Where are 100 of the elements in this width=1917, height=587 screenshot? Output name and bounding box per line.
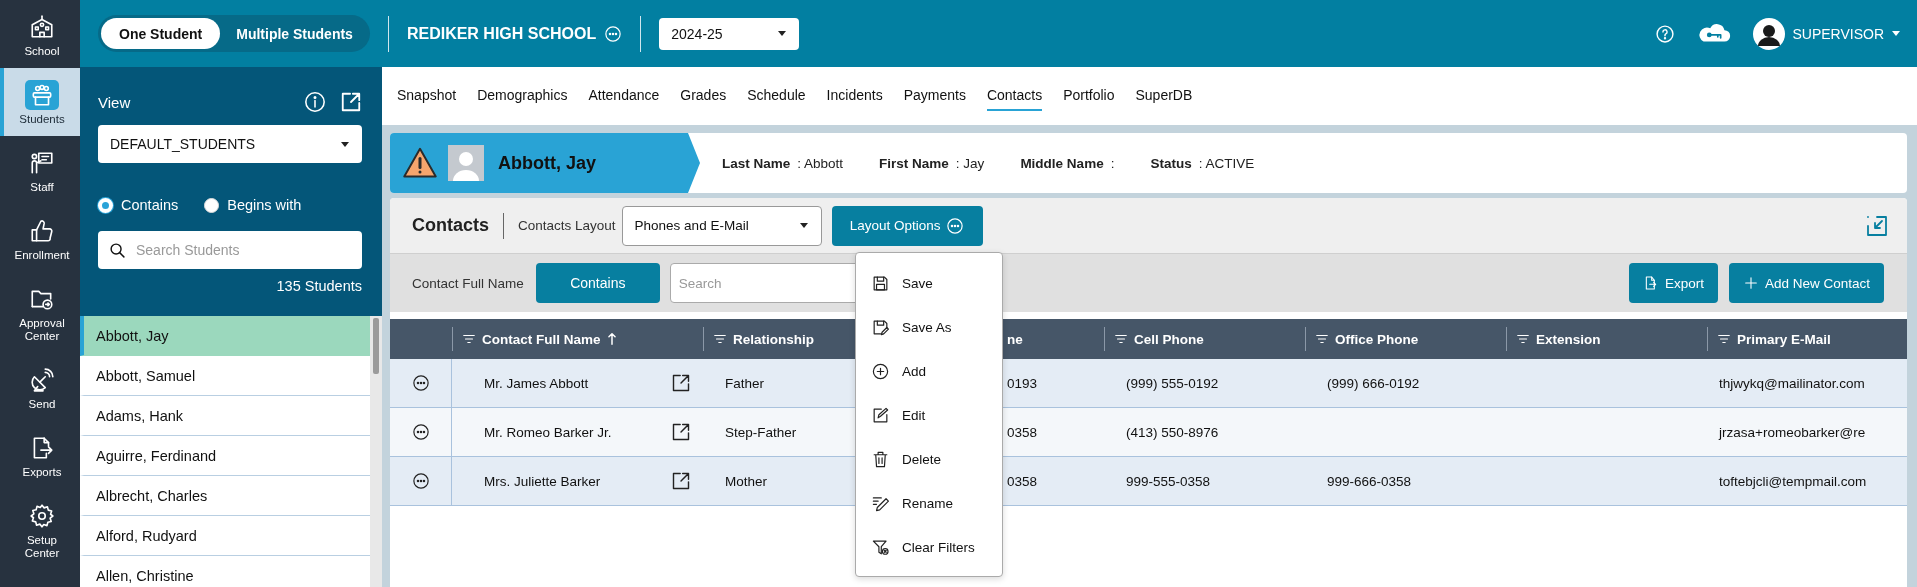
pencil-square-icon — [871, 405, 890, 425]
teacher-board-icon — [29, 150, 55, 176]
field-label: Middle Name — [1020, 155, 1104, 171]
rail-item[interactable]: Send — [0, 353, 80, 421]
info-icon[interactable] — [304, 91, 326, 113]
relationship: Step-Father — [725, 424, 797, 440]
menu-item[interactable]: Edit — [856, 393, 1002, 437]
scrollbar[interactable] — [370, 316, 382, 587]
filter-mode-button[interactable]: Contains — [535, 263, 660, 303]
field-value: : ACTIVE — [1198, 155, 1255, 171]
open-in-new-icon[interactable] — [671, 471, 691, 491]
email-address: jrzasa+romeobarker@re — [1719, 424, 1866, 440]
field-label: Last Name — [722, 155, 791, 171]
filter-label: Contact Full Name — [412, 275, 524, 291]
filter-icon[interactable] — [1717, 332, 1731, 346]
rail-item[interactable]: School — [0, 0, 80, 68]
satellite-dish-icon — [29, 367, 55, 393]
toggle-option[interactable]: One Student — [101, 18, 221, 49]
phone-number: 999-666-0358 — [1327, 473, 1412, 489]
column-header[interactable]: Cell Phone — [1104, 319, 1305, 359]
export-button[interactable]: Export — [1628, 263, 1718, 303]
field-label: First Name — [879, 155, 949, 171]
filter-icon[interactable] — [1516, 332, 1530, 346]
caret-icon — [340, 139, 350, 149]
phone-number: 0358 — [1007, 473, 1038, 489]
phone-number: 0358 — [1007, 424, 1038, 440]
menu-item[interactable]: Delete — [856, 437, 1002, 481]
radio-option[interactable]: Contains — [98, 197, 179, 213]
tab[interactable]: Schedule — [747, 81, 806, 111]
field-value: : Abbott — [797, 155, 844, 171]
layout-options-button[interactable]: Layout Options — [831, 205, 983, 246]
student-item[interactable]: Abbott, Jay — [80, 316, 370, 356]
caret-icon — [777, 29, 788, 38]
plus-circle-icon — [871, 361, 890, 381]
relationship: Mother — [725, 473, 768, 489]
rail-item[interactable]: Setup Center — [0, 489, 80, 570]
tab[interactable]: Contacts — [986, 81, 1043, 111]
help-icon[interactable] — [1655, 23, 1676, 44]
tab[interactable]: Incidents — [826, 81, 883, 111]
more-icon — [411, 423, 430, 441]
rail-item[interactable]: Approval Center — [0, 272, 80, 353]
year-dropdown[interactable]: 2024-25 — [659, 17, 800, 50]
ellipsis-circle-icon — [946, 216, 965, 235]
tab[interactable]: Demographics — [477, 81, 568, 111]
menu-item[interactable]: Rename — [856, 481, 1002, 525]
column-header[interactable]: Extension — [1506, 319, 1707, 359]
column-header[interactable]: Primary E-Mail — [1707, 319, 1907, 359]
view-label: View — [98, 93, 131, 111]
more-icon — [411, 472, 430, 490]
user-menu[interactable]: SUPERVISOR — [1753, 17, 1901, 50]
open-in-new-icon[interactable] — [671, 373, 691, 393]
radio-option[interactable]: Begins with — [204, 197, 302, 213]
field-label: Status — [1150, 155, 1192, 171]
email-address: toftebjcli@tempmail.com — [1719, 473, 1867, 489]
filter-icon[interactable] — [713, 332, 727, 346]
tab[interactable]: Snapshot — [397, 81, 457, 111]
layout-label: Contacts Layout — [518, 218, 616, 233]
column-header[interactable]: Office Phone — [1305, 319, 1506, 359]
rail-item[interactable]: Staff — [0, 136, 80, 204]
view-dropdown[interactable]: DEFAULT_STUDENTS — [98, 125, 362, 163]
filter-icon[interactable] — [462, 332, 476, 346]
more-icon — [411, 374, 430, 392]
rail-item[interactable]: Exports — [0, 421, 80, 489]
panel-title: Contacts — [412, 215, 489, 236]
trash-icon — [871, 449, 890, 469]
relationship: Father — [725, 375, 765, 391]
settings-icon — [29, 503, 55, 529]
search-icon — [109, 242, 126, 259]
contact-name: Mrs. Juliette Barker — [484, 473, 601, 489]
layout-dropdown[interactable]: Phones and E-Mail — [621, 205, 822, 246]
phone-number: (999) 666-0192 — [1327, 375, 1420, 391]
filter-icon[interactable] — [1315, 332, 1329, 346]
collapse-icon[interactable] — [1865, 213, 1889, 238]
tab[interactable]: Grades — [680, 81, 727, 111]
plus-icon — [1742, 275, 1759, 291]
school-name: REDIKER HIGH SCHOOL — [406, 24, 597, 43]
phone-number: (413) 550-8976 — [1126, 424, 1219, 440]
field-value: : — [1110, 155, 1115, 171]
menu-item[interactable]: Clear Filters — [856, 525, 1002, 569]
rail-item[interactable]: Students — [0, 68, 80, 136]
open-in-new-icon[interactable] — [671, 422, 691, 442]
caret-icon — [798, 221, 809, 230]
add-contact-button[interactable]: Add New Contact — [1728, 263, 1884, 303]
toggle-option[interactable]: Multiple Students — [222, 18, 367, 49]
tab[interactable]: SuperDB — [1135, 81, 1193, 111]
phone-number: 0193 — [1007, 375, 1038, 391]
rail-item[interactable]: Enrollment — [0, 204, 80, 272]
school-building-icon — [29, 14, 55, 40]
tab[interactable]: Portfolio — [1063, 81, 1115, 111]
search-field[interactable]: Search Students — [98, 231, 362, 269]
tab[interactable]: Attendance — [588, 81, 660, 111]
phone-number: 999-555-0358 — [1126, 473, 1211, 489]
tab[interactable]: Payments — [903, 81, 966, 111]
student-count: 135 Students — [276, 278, 362, 294]
filter-icon[interactable] — [1114, 332, 1128, 346]
phone-number: (999) 555-0192 — [1126, 375, 1219, 391]
arrow-up-icon — [606, 332, 617, 346]
column-header[interactable]: Contact Full Name — [452, 319, 703, 359]
field-value: : Jay — [955, 155, 985, 171]
email-address: thjwykq@mailinator.com — [1719, 375, 1865, 391]
